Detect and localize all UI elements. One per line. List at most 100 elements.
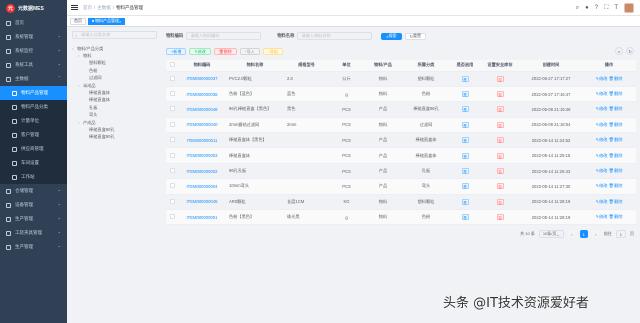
tree-node[interactable]: 色粉 [72, 67, 162, 74]
github-icon[interactable]: ● [585, 5, 589, 11]
menu-system[interactable]: 系统管理 ⌄ [0, 30, 67, 44]
row-checkbox[interactable] [166, 209, 178, 226]
tree-node[interactable]: 棒槌直盒体 [72, 89, 162, 96]
delete-button[interactable]: 🗑 删除 [213, 48, 237, 55]
cell-code[interactable]: ITEM000000001 [178, 209, 226, 226]
row-checkbox[interactable] [166, 194, 178, 211]
export-button[interactable]: ↓ 导出 [262, 48, 283, 55]
table-row[interactable]: ITEM000000001 色粉【黑色】 珠光黑 g 物料 色粉 是 否 2022-05-14 … [166, 209, 636, 226]
submenu-item-material[interactable]: 物料产品管理 [0, 86, 67, 100]
menu-production[interactable]: 生产管理 ⌄ [0, 212, 67, 226]
table-row[interactable]: ITEM000000036 色粉【蓝色】 蓝色 g 物料 色粉 是 否 2022-05-27 1… [166, 86, 636, 103]
checkbox[interactable] [169, 214, 175, 220]
page-size-select[interactable]: 10条/页 ⌄ [538, 230, 564, 239]
add-button[interactable]: + 新增 [166, 48, 187, 55]
row-edit-button[interactable]: ✎修改 [596, 153, 608, 158]
row-edit-button[interactable]: ✎修改 [596, 122, 608, 127]
cell-code[interactable]: ITEM000000045 [178, 194, 226, 211]
font-size-icon[interactable]: T [614, 5, 618, 11]
tree-node[interactable]: ▾ 半成品 [72, 82, 162, 89]
row-checkbox[interactable] [166, 178, 178, 195]
search-toggle-icon[interactable]: ⌕ [615, 47, 623, 55]
checkbox[interactable] [169, 106, 175, 112]
page-number[interactable]: 1 [579, 230, 588, 239]
select-all-checkbox[interactable] [166, 60, 178, 72]
cell-code[interactable]: ITEM000000040 [178, 117, 226, 134]
row-delete-button[interactable]: 🗑删除 [609, 153, 623, 158]
edit-button[interactable]: ✎ 修改 [189, 48, 211, 55]
row-edit-button[interactable]: ✎修改 [596, 183, 608, 188]
row-edit-button[interactable]: ✎修改 [596, 91, 608, 96]
hamburger-icon[interactable] [71, 5, 78, 10]
row-checkbox[interactable] [166, 132, 178, 149]
row-delete-button[interactable]: 🗑删除 [609, 168, 623, 173]
breadcrumb-item[interactable]: 首页 [83, 5, 92, 11]
cell-code[interactable]: ITEM000000011 [178, 132, 226, 149]
menu-warehouse[interactable]: 仓储管理 ⌄ [0, 184, 67, 198]
import-button[interactable]: ↑ 导入 [239, 48, 260, 55]
fullscreen-icon[interactable]: ⛶ [604, 5, 608, 12]
checkbox[interactable] [169, 168, 175, 174]
tag-material[interactable]: 物料产品管理 × [88, 17, 126, 25]
row-delete-button[interactable]: 🗑删除 [609, 214, 623, 219]
table-row[interactable]: ITEM000000002 96孔孔板 PCS 产品 孔板 是 否 2022-05-14 11… [166, 163, 636, 180]
row-delete-button[interactable]: 🗑删除 [609, 137, 623, 142]
tree-node[interactable]: 孔板 [72, 104, 162, 111]
row-delete-button[interactable]: 🗑删除 [609, 122, 623, 127]
row-edit-button[interactable]: ✎修改 [596, 106, 608, 111]
row-checkbox[interactable] [166, 101, 178, 118]
tree-node[interactable]: ▾ 产成品 [72, 119, 162, 126]
table-row[interactable]: ITEM000000045 AR0颗粒 长度1CM KG 物料 塑料颗粒 是 否 2022-05… [166, 194, 636, 211]
checkbox[interactable] [169, 198, 175, 204]
tree-node[interactable]: 棒槌直盒体 [72, 97, 162, 104]
row-edit-button[interactable]: ✎修改 [596, 76, 608, 81]
breadcrumb-item[interactable]: 主数据 [97, 5, 111, 11]
submenu-item-supplier[interactable]: 供应商管理 [0, 142, 67, 156]
menu-master-data[interactable]: 主数据 ⌃ [0, 72, 67, 86]
app-logo[interactable]: 元元数据MES [0, 0, 67, 16]
checkbox[interactable] [169, 121, 175, 127]
table-row[interactable]: ITEM000000003 棒槌直盒体 PCS 产品 棒槌直盒体是否 2022-05-14… [166, 147, 636, 164]
submenu-item-workshop[interactable]: 车间设置 [0, 156, 67, 170]
row-edit-button[interactable]: ✎修改 [596, 137, 608, 142]
reset-button[interactable]: ↻ 重置 [404, 32, 426, 40]
row-delete-button[interactable]: 🗑删除 [609, 91, 623, 96]
cell-code[interactable]: ITEM000000003 [178, 147, 226, 164]
tree-node[interactable]: 棒槌直盒90孔 [72, 126, 162, 133]
row-edit-button[interactable]: ✎修改 [596, 214, 608, 219]
cell-code[interactable]: ITEM000000036 [178, 86, 226, 103]
menu-tools[interactable]: 系统工具 ⌄ [0, 58, 67, 72]
menu-home[interactable]: 首页 [0, 16, 67, 30]
goto-input[interactable]: 1 [615, 230, 626, 239]
table-row[interactable]: ITEM000000037 PVC2.0颗粒 2.0 公斤 物料 塑料颗粒 是 否 2022-0… [166, 71, 636, 87]
submenu-item-unit[interactable]: 计量单位 [0, 114, 67, 128]
row-delete-button[interactable]: 🗑删除 [609, 183, 623, 188]
row-delete-button[interactable]: 🗑删除 [609, 199, 623, 204]
tree-node[interactable]: 过滤网 [72, 75, 162, 82]
row-checkbox[interactable] [166, 71, 178, 87]
name-input[interactable]: 请输入物料名称 [297, 32, 373, 40]
tag-home[interactable]: 首页 [70, 17, 86, 25]
row-edit-button[interactable]: ✎修改 [596, 199, 608, 204]
close-icon[interactable]: × [119, 19, 121, 24]
menu-monitor[interactable]: 系统监控 ⌄ [0, 44, 67, 58]
menu-fixture[interactable]: 工装夹具管理 ⌄ [0, 226, 67, 240]
cell-code[interactable]: ITEM000000004 [178, 178, 226, 195]
submenu-item-customer[interactable]: 客户管理 [0, 128, 67, 142]
tree-search-input[interactable]: ⌕ 请输入分类名称 [72, 31, 157, 39]
table-row[interactable]: ITEM000000040 2mm霸结过滤网 2mm PCS 物料 过滤网 是 否 2022-0… [166, 117, 636, 134]
row-checkbox[interactable] [166, 86, 178, 103]
checkbox[interactable] [169, 62, 175, 68]
question-icon[interactable]: ? [595, 5, 598, 11]
submenu-item-category[interactable]: 物料产品分类 [0, 100, 67, 114]
cell-code[interactable]: ITEM000000002 [178, 163, 226, 180]
next-page-button[interactable]: › [591, 230, 600, 239]
cell-code[interactable]: ITEM000000037 [178, 71, 226, 87]
checkbox[interactable] [169, 91, 175, 97]
submenu-item-workstation[interactable]: 工作站 [0, 170, 67, 184]
tree-node[interactable]: ▾ 物料/产品分类 [72, 45, 162, 52]
tree-node[interactable]: ▾ 物料 [72, 52, 162, 59]
cell-code[interactable]: ITEM000000048 [178, 101, 226, 118]
checkbox[interactable] [169, 75, 175, 81]
row-checkbox[interactable] [166, 117, 178, 134]
